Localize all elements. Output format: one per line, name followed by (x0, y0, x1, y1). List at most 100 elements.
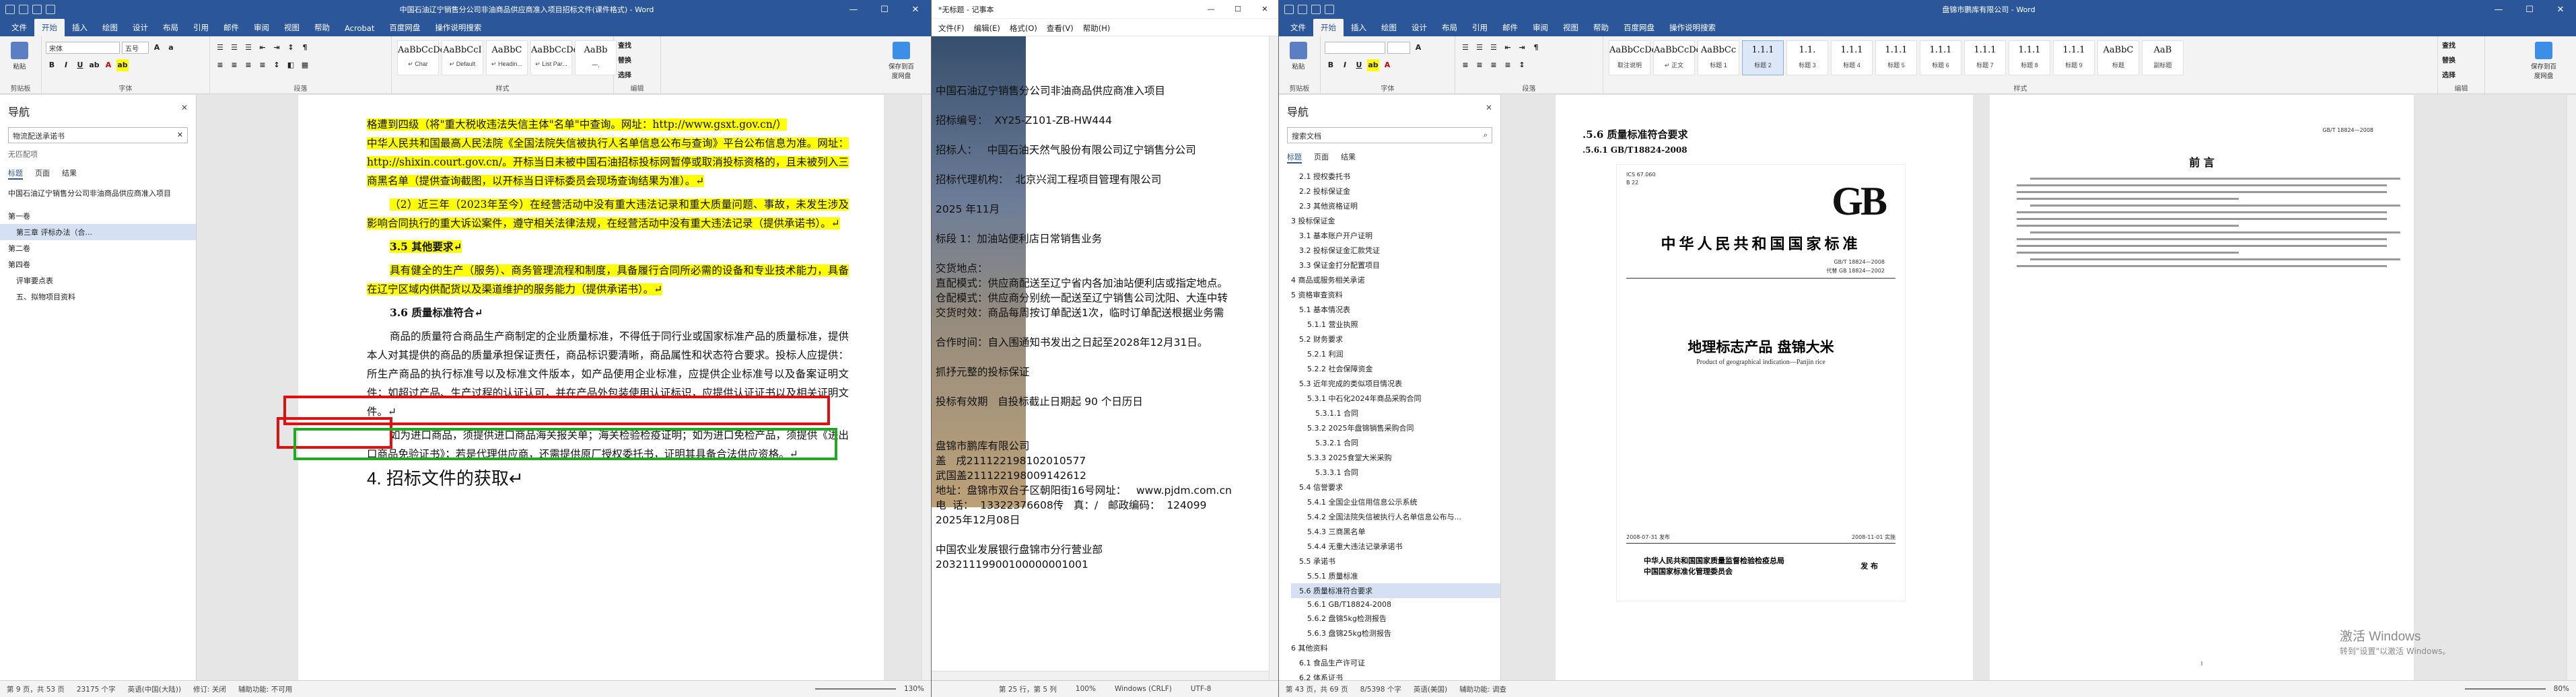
nav-tree-item[interactable]: 5.5 承诺书 (1291, 554, 1500, 568)
show-marks-icon[interactable]: ¶ (1530, 42, 1542, 54)
menu-item-4[interactable]: 帮助(H) (1083, 23, 1111, 33)
numbering-icon[interactable]: ☰ (228, 42, 240, 54)
undo-icon[interactable] (32, 5, 42, 14)
justify-icon[interactable]: ≡ (1502, 59, 1514, 71)
align-right-icon[interactable]: ≡ (242, 59, 254, 71)
tab-12[interactable]: 操作说明搜索 (1662, 19, 1723, 36)
search-icon[interactable]: ⌕ (1484, 131, 1488, 140)
style-7[interactable]: 1.1.1 标题 6 (1920, 40, 1961, 75)
tab-2[interactable]: 插入 (1344, 19, 1374, 36)
search-clear-icon[interactable]: ✕ (177, 131, 183, 139)
nav-tree-item[interactable]: 5.5.1 质量标准 (1291, 568, 1500, 583)
zoom-level[interactable]: 130% (904, 685, 924, 693)
nav-tree-item[interactable]: 3.3 保证金打分配置项目 (1291, 258, 1500, 272)
nav-tree-item[interactable]: 2.3 其他资格证明 (1291, 198, 1500, 213)
horizontal-scrollbar[interactable] (932, 671, 1269, 680)
tab-11[interactable]: 百度网盘 (1616, 19, 1662, 36)
font-color-icon[interactable]: A (102, 59, 114, 71)
vertical-scrollbar[interactable] (2567, 95, 2576, 680)
page-indicator[interactable]: 第 9 页，共 53 页 (7, 684, 65, 694)
document-area[interactable]: 格遭到四级（将"重大税收违法失信主体"名单"中查询。网址：http://www.… (197, 95, 921, 680)
nav-tree-item[interactable]: 5.2.1 利润 (1291, 346, 1500, 361)
nav-tree-item[interactable]: 6 其他资料 (1291, 640, 1500, 655)
find-button[interactable]: 查找 (618, 40, 631, 52)
nav-tree-item[interactable]: 5.3.2.1 合同 (1291, 435, 1500, 450)
document-page-2[interactable]: GB/T 18824—2008 前 言 I (1990, 95, 2414, 680)
tab-3[interactable]: 绘图 (1374, 19, 1404, 36)
italic-icon[interactable]: I (1339, 59, 1351, 71)
shrink-font-icon[interactable]: a (165, 42, 177, 54)
nav-search-input[interactable]: 搜索文档 ⌕ (1287, 127, 1492, 143)
close-icon[interactable]: ✕ (900, 5, 931, 15)
style-10[interactable]: 1.1.1 标题 9 (2053, 40, 2095, 75)
nav-tree-item[interactable]: 5.1 基本情况表 (1291, 302, 1500, 317)
font-name-select[interactable] (1325, 42, 1385, 54)
style-5[interactable]: 1.1.1 标题 4 (1831, 40, 1873, 75)
tab-8[interactable]: 审阅 (1525, 19, 1556, 36)
increase-indent-icon[interactable]: ⇥ (1516, 42, 1528, 54)
nav-tree-item[interactable]: 5 资格审查资料 (1291, 287, 1500, 302)
borders-icon[interactable]: ▦ (299, 59, 311, 71)
show-marks-icon[interactable]: ¶ (299, 42, 311, 54)
maximize-icon[interactable]: ☐ (869, 5, 900, 15)
style-9[interactable]: 1.1.1 标题 8 (2009, 40, 2050, 75)
nav-tree-item[interactable]: 5.4 信誉要求 (1291, 480, 1500, 494)
redo-icon[interactable] (1325, 5, 1334, 14)
nav-tree-item[interactable]: 5.2 财务要求 (1291, 332, 1500, 346)
grow-font-icon[interactable]: A (151, 42, 163, 54)
find-button[interactable]: 查找 (2442, 40, 2456, 52)
bold-icon[interactable]: B (1325, 59, 1337, 71)
nav-tree-item[interactable]: 5.4.3 三商黑名单 (1291, 524, 1500, 539)
tab-0[interactable]: 文件 (4, 19, 34, 36)
autosave-icon[interactable] (1284, 5, 1294, 14)
paste-button[interactable]: 粘贴 (1286, 42, 1311, 71)
vertical-scrollbar[interactable] (921, 95, 931, 680)
tab-9[interactable]: 视图 (277, 19, 307, 36)
style-8[interactable]: 1.1.1 标题 7 (1964, 40, 2006, 75)
bullets-icon[interactable]: ☰ (1459, 42, 1471, 54)
tab-10[interactable]: 帮助 (307, 19, 337, 36)
sort-icon[interactable]: ↕ (285, 42, 297, 54)
nav-tree-item[interactable]: 5.6.2 盘锦5kg检测报告 (1291, 611, 1500, 626)
style-6[interactable]: 1.1.1 标题 5 (1875, 40, 1917, 75)
nav-item[interactable]: 第三章 评标办法（合... (0, 224, 196, 240)
autosave-icon[interactable] (5, 5, 15, 14)
nav-tree-item[interactable]: 5.3 近年完成的类似项目情况表 (1291, 376, 1500, 391)
nav-tab-2[interactable]: 结果 (62, 168, 77, 180)
minimize-icon[interactable]: — (838, 5, 869, 15)
save-to-baidu-button[interactable]: 保存到百度网盘 (889, 42, 914, 80)
decrease-indent-icon[interactable]: ⇤ (1502, 42, 1514, 54)
tab-4[interactable]: 设计 (1404, 19, 1434, 36)
multilevel-icon[interactable]: ☰ (1488, 42, 1500, 54)
nav-search-input[interactable]: 物流配送承诺书 ✕ (8, 127, 188, 143)
save-icon[interactable] (1298, 5, 1307, 14)
nav-tree-item[interactable]: 2.1 授权委托书 (1291, 169, 1500, 184)
language-indicator[interactable]: 英语(中国(大陆)) (128, 684, 181, 694)
close-icon[interactable]: ✕ (2545, 5, 2576, 15)
nav-tab-0[interactable]: 标题 (8, 168, 23, 180)
nav-tree-item[interactable]: 5.4.4 无重大违法记录承诺书 (1291, 539, 1500, 554)
line-spacing-icon[interactable]: ↕ (1516, 59, 1528, 71)
vertical-scrollbar[interactable] (1269, 36, 1278, 680)
tab-7[interactable]: 邮件 (216, 19, 246, 36)
nav-tree-item[interactable]: 5.2.2 社会保障资金 (1291, 361, 1500, 376)
tab-1[interactable]: 开始 (1313, 19, 1344, 36)
nav-tree-item[interactable]: 2.2 投标保证金 (1291, 184, 1500, 198)
menu-item-1[interactable]: 编辑(E) (974, 23, 1000, 33)
page-indicator[interactable]: 第 43 页，共 69 页 (1286, 684, 1348, 694)
tab-5[interactable]: 布局 (1434, 19, 1465, 36)
italic-icon[interactable]: I (60, 59, 72, 71)
nav-item[interactable]: 评审要点表 (0, 272, 196, 289)
tab-1[interactable]: 开始 (34, 19, 65, 36)
highlight-icon[interactable]: ab (1367, 59, 1379, 71)
nav-tree-item[interactable]: 5.3.2 2025年盘锦销售采购合同 (1291, 420, 1500, 435)
nav-item[interactable]: 中国石油辽宁销售分公司非油商品供应商准入项目 (0, 185, 196, 201)
undo-icon[interactable] (1311, 5, 1321, 14)
document-area[interactable]: .5.6 质量标准符合要求 .5.6.1 GB/T18824-2008 ICS … (1502, 95, 2567, 680)
font-size-select[interactable] (1387, 42, 1410, 54)
accessibility-status[interactable]: 辅助功能: 不可用 (238, 684, 292, 694)
save-icon[interactable] (19, 5, 28, 14)
underline-icon[interactable]: U (1353, 59, 1365, 71)
tab-9[interactable]: 视图 (1556, 19, 1586, 36)
font-size-select[interactable]: 五号 (122, 42, 149, 54)
